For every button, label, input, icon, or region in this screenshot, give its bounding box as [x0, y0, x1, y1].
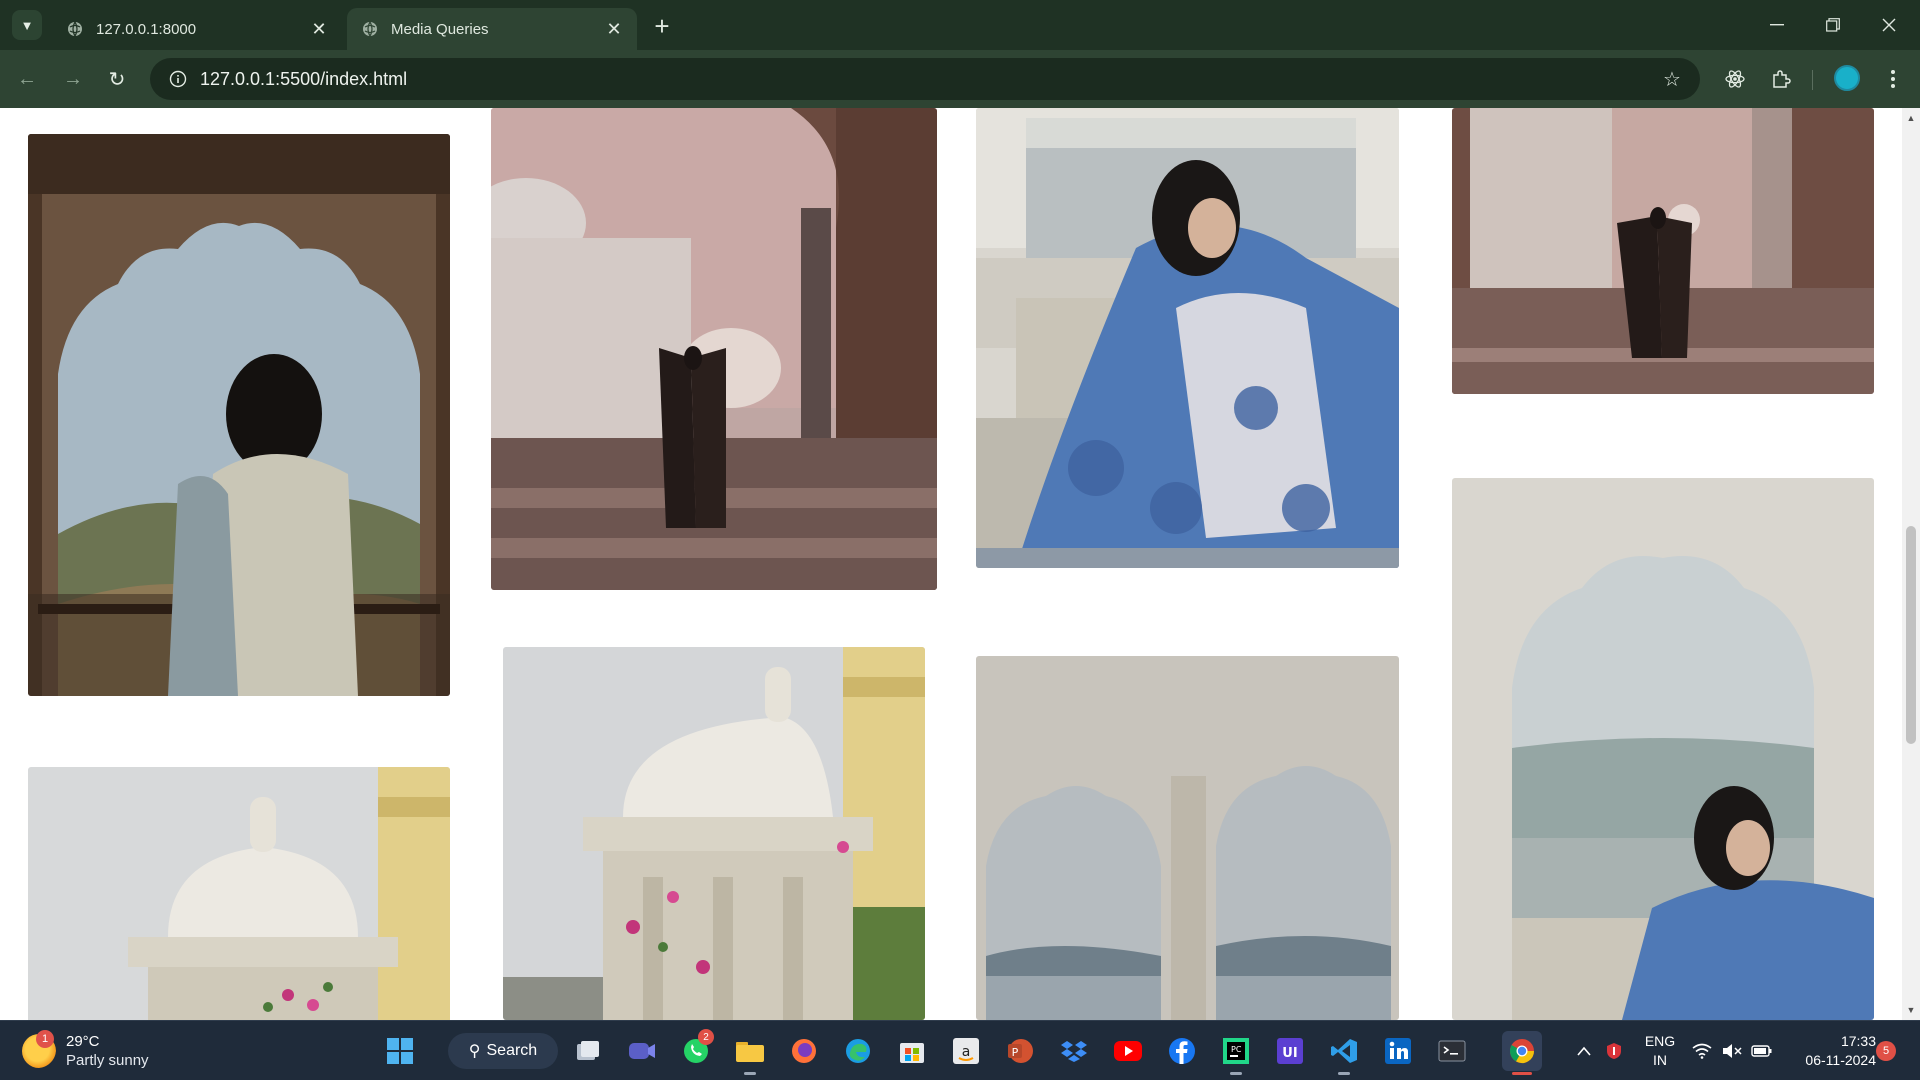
- tab-search-button[interactable]: ▼: [12, 10, 42, 40]
- toolbar-separator: [1812, 70, 1813, 90]
- arrow-left-icon: ←: [17, 67, 37, 90]
- clock-time: 17:33: [1840, 1033, 1876, 1049]
- globe-icon: [361, 20, 379, 38]
- pycharm-icon[interactable]: PC: [1216, 1031, 1256, 1075]
- linkedin-icon[interactable]: [1378, 1031, 1418, 1071]
- amazon-icon[interactable]: a: [946, 1031, 986, 1071]
- back-button[interactable]: ←: [12, 64, 42, 94]
- page-scrollbar[interactable]: ▲ ▼: [1902, 108, 1920, 1020]
- search-icon: ⚲: [468, 1043, 481, 1060]
- whatsapp-badge: 2: [698, 1029, 714, 1045]
- kebab-menu-icon[interactable]: [1878, 64, 1908, 94]
- running-indicator: [744, 1072, 756, 1075]
- gallery-photo: [503, 647, 925, 1020]
- svg-text:PC: PC: [1231, 1045, 1242, 1054]
- input-language-indicator[interactable]: ENG IN: [1640, 1032, 1680, 1070]
- youtube-icon[interactable]: [1108, 1031, 1148, 1071]
- tab-title: 127.0.0.1:8000: [96, 20, 197, 38]
- language-region: IN: [1653, 1052, 1667, 1068]
- tab-title: Media Queries: [391, 20, 489, 38]
- windows-start-icon[interactable]: [380, 1031, 420, 1071]
- clock-date: 06-11-2024: [1805, 1052, 1876, 1068]
- weather-widget[interactable]: 1 29°C Partly sunny: [22, 1029, 149, 1073]
- react-devtools-icon[interactable]: [1720, 64, 1750, 94]
- scroll-down-arrow-icon[interactable]: ▼: [1905, 1004, 1917, 1016]
- reload-icon: ↻: [108, 68, 126, 91]
- taskbar-clock[interactable]: 17:33 06-11-2024: [1786, 1032, 1876, 1070]
- gallery-photo: [491, 108, 937, 590]
- extensions-puzzle-icon[interactable]: [1766, 64, 1796, 94]
- close-window-button[interactable]: [1866, 8, 1912, 42]
- file-explorer-icon[interactable]: [730, 1031, 770, 1075]
- chrome-icon[interactable]: [1502, 1031, 1542, 1075]
- language-code: ENG: [1644, 1033, 1676, 1049]
- new-tab-button[interactable]: +: [648, 11, 676, 41]
- chevron-up-icon[interactable]: [1572, 1031, 1596, 1071]
- tab-media-queries[interactable]: Media Queries ✕: [347, 8, 637, 50]
- svg-text:UI: UI: [1282, 1046, 1297, 1061]
- powerpoint-icon[interactable]: P: [1000, 1031, 1040, 1071]
- weather-temperature: 29°C: [66, 1033, 100, 1050]
- minimize-button[interactable]: [1754, 8, 1800, 42]
- running-indicator: [1230, 1072, 1242, 1075]
- gallery-photo: [1452, 108, 1874, 394]
- scroll-up-arrow-icon[interactable]: ▲: [1905, 112, 1917, 124]
- gallery-photo: [28, 134, 450, 696]
- microsoft-store-icon[interactable]: [892, 1031, 932, 1071]
- taskbar-search-button[interactable]: ⚲ Search: [448, 1033, 558, 1069]
- address-text[interactable]: 127.0.0.1:5500/index.html: [200, 69, 407, 90]
- whatsapp-icon[interactable]: 2: [676, 1029, 716, 1071]
- forward-button[interactable]: →: [58, 64, 88, 94]
- facebook-icon[interactable]: [1162, 1031, 1202, 1071]
- weather-sun-icon: 1: [22, 1030, 56, 1068]
- page-viewport: [0, 108, 1920, 1020]
- running-indicator: [1338, 1072, 1350, 1075]
- firefox-icon[interactable]: [784, 1031, 824, 1071]
- speaker-muted-icon[interactable]: [1720, 1031, 1744, 1071]
- chevron-down-icon: ▼: [20, 17, 34, 33]
- gallery-photo: [1452, 478, 1874, 1020]
- notification-count-badge[interactable]: 5: [1876, 1041, 1896, 1061]
- site-info-icon[interactable]: [158, 58, 198, 100]
- tab-strip: ▼ 127.0.0.1:8000 ✕ Media Queries ✕ +: [0, 0, 1920, 50]
- gallery-photo: [976, 108, 1399, 568]
- reload-button[interactable]: ↻: [102, 64, 132, 94]
- battery-icon[interactable]: [1750, 1031, 1774, 1071]
- close-icon[interactable]: ✕: [603, 18, 625, 40]
- vscode-icon[interactable]: [1324, 1031, 1364, 1075]
- restore-button[interactable]: [1810, 8, 1856, 42]
- profile-avatar[interactable]: [1834, 65, 1860, 91]
- arrow-right-icon: →: [63, 67, 83, 90]
- windows-taskbar: 1 29°C Partly sunny ⚲ Search 2 a P PC UI…: [0, 1020, 1920, 1080]
- tab-localhost-8000[interactable]: 127.0.0.1:8000 ✕: [52, 8, 342, 50]
- browser-toolbar: ← → ↻ 127.0.0.1:5500/index.html ☆: [0, 50, 1920, 108]
- gallery-photo: [976, 656, 1399, 1020]
- ui-app-icon[interactable]: UI: [1270, 1031, 1310, 1071]
- globe-icon: [66, 20, 84, 38]
- bookmark-star-icon[interactable]: ☆: [1660, 67, 1684, 91]
- edge-icon[interactable]: [838, 1031, 878, 1071]
- weather-condition: Partly sunny: [66, 1052, 149, 1069]
- svg-text:P: P: [1012, 1046, 1019, 1059]
- running-indicator: [1512, 1072, 1532, 1075]
- terminal-icon[interactable]: [1432, 1031, 1472, 1071]
- weather-badge: 1: [36, 1030, 54, 1048]
- security-shield-icon[interactable]: [1602, 1031, 1626, 1071]
- address-bar[interactable]: 127.0.0.1:5500/index.html ☆: [150, 58, 1700, 100]
- gallery-photo: [28, 767, 450, 1020]
- scrollbar-thumb[interactable]: [1906, 526, 1916, 744]
- svg-text:a: a: [962, 1044, 971, 1060]
- search-label: Search: [486, 1042, 538, 1059]
- close-icon[interactable]: ✕: [308, 18, 330, 40]
- teams-icon[interactable]: [622, 1031, 662, 1071]
- dropbox-icon[interactable]: [1054, 1031, 1094, 1071]
- task-view-icon[interactable]: [568, 1031, 608, 1071]
- wifi-icon[interactable]: [1690, 1031, 1714, 1071]
